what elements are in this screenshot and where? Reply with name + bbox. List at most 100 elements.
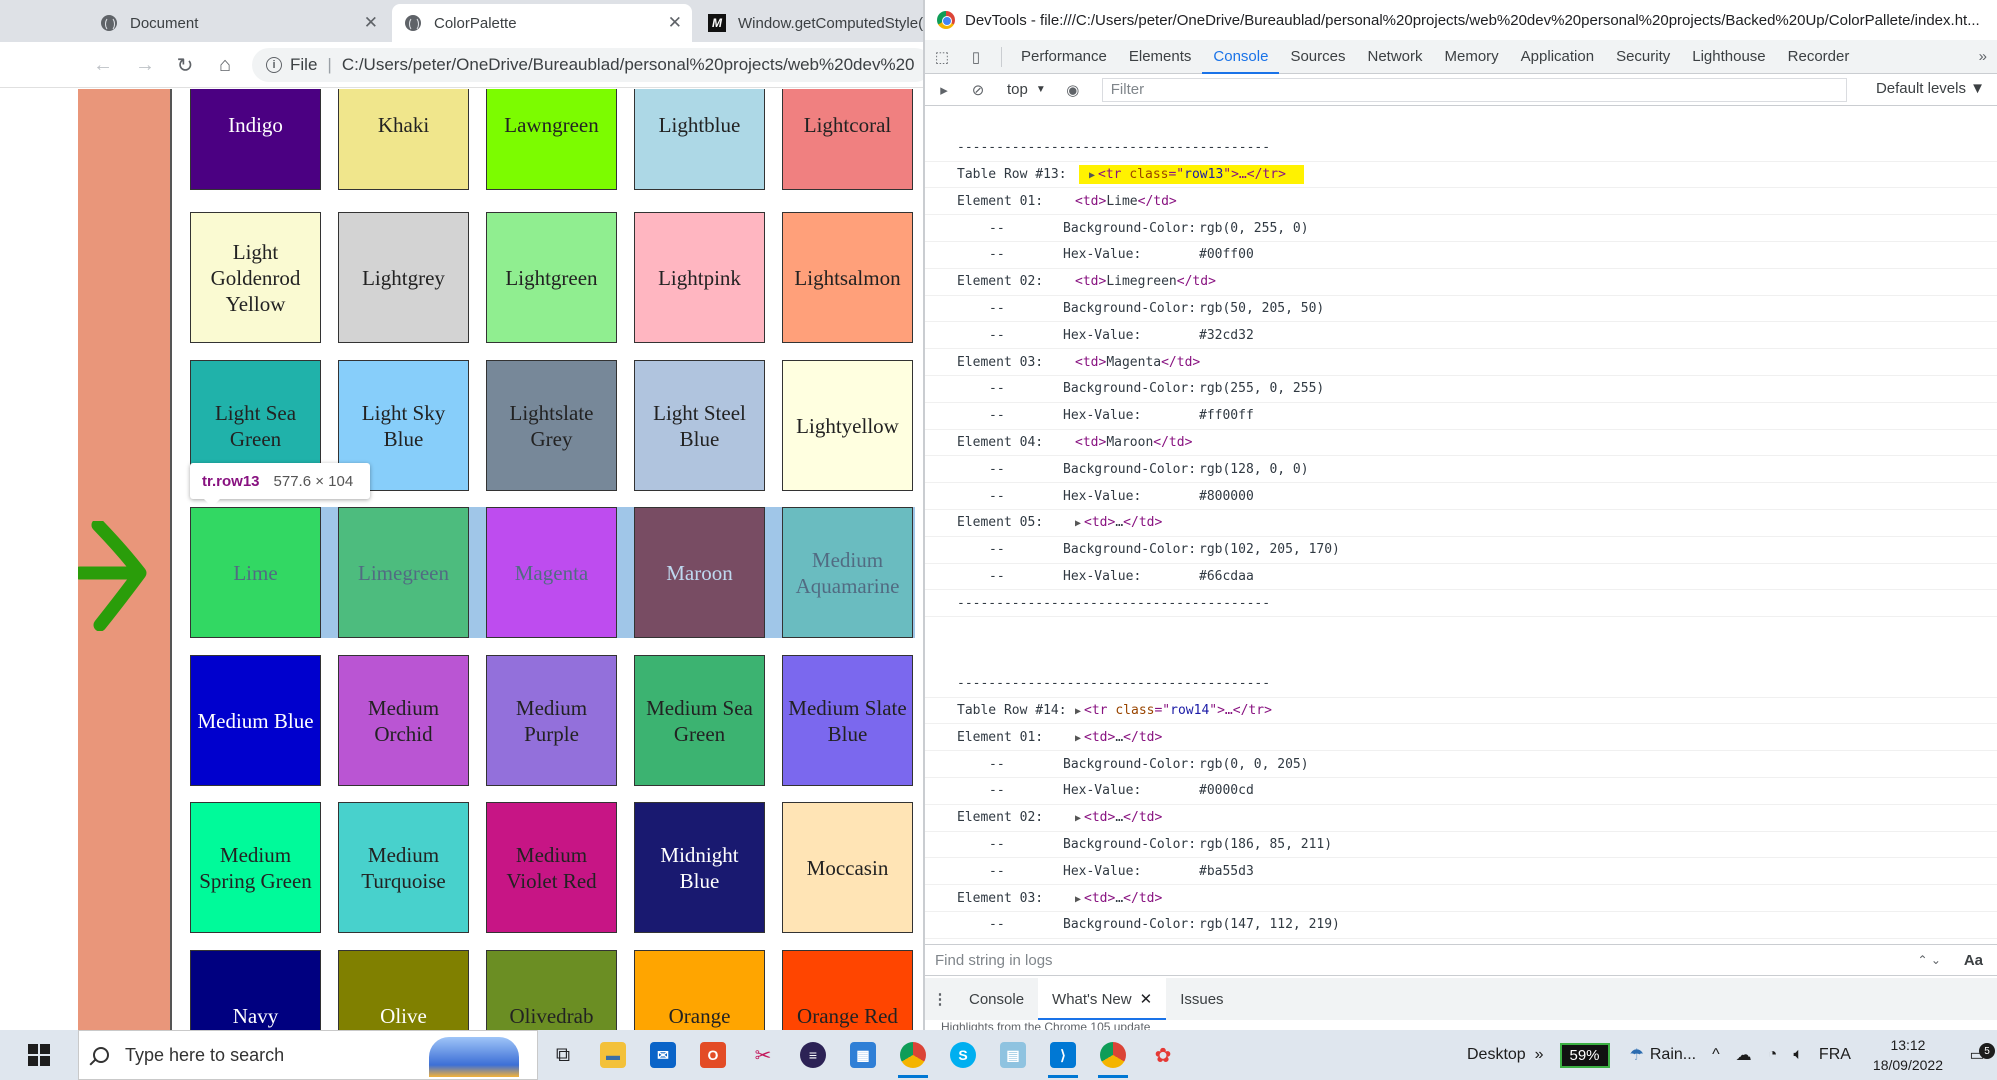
close-icon[interactable]: ✕ xyxy=(668,13,682,33)
hex-value: #ba55d3 xyxy=(1199,863,1254,879)
devtools-tab-sources[interactable]: Sources xyxy=(1279,40,1356,74)
tab-title: ColorPalette xyxy=(434,14,517,32)
chrome-taskbar-icon-2[interactable] xyxy=(1088,1030,1138,1080)
windows-start-icon[interactable] xyxy=(0,1030,78,1080)
console-separator: ---------------------------------------- xyxy=(925,135,1997,162)
skype-icon[interactable]: S xyxy=(938,1030,988,1080)
tab-getcomputedstyle[interactable]: M Window.getComputedStyle() xyxy=(696,4,923,42)
weather-widget[interactable]: ☂ Rain... xyxy=(1622,1045,1705,1065)
address-bar[interactable]: i File | C:/Users/peter/OneDrive/Bureaub… xyxy=(252,48,932,82)
snipping-tool-icon[interactable]: ✂ xyxy=(738,1030,788,1080)
notepad-icon[interactable]: ▤ xyxy=(988,1030,1038,1080)
td-node: ▶ <td>…</td> xyxy=(1075,891,1162,906)
tab-colorpalette[interactable]: ColorPalette ✕ xyxy=(392,4,692,42)
device-toolbar-icon[interactable]: ▯ xyxy=(959,40,993,74)
close-icon[interactable]: ✕ xyxy=(364,13,378,33)
info-icon[interactable]: i xyxy=(266,57,282,73)
drawer-tab-console[interactable]: Console xyxy=(955,978,1038,1020)
chrome-taskbar-icon[interactable] xyxy=(888,1030,938,1080)
tab-title: Window.getComputedStyle() xyxy=(738,14,923,32)
chevron-up-icon[interactable]: ^ xyxy=(1704,1046,1728,1064)
eclipse-icon[interactable]: ≡ xyxy=(788,1030,838,1080)
devtools-tab-console[interactable]: Console xyxy=(1202,40,1280,74)
devtools-tab-recorder[interactable]: Recorder xyxy=(1777,40,1861,74)
task-view-icon[interactable]: ⧉ xyxy=(538,1030,588,1080)
bg-value: rgb(102, 205, 170) xyxy=(1199,542,1340,558)
console-spacer xyxy=(925,108,1997,135)
home-icon[interactable]: ⌂ xyxy=(210,50,240,80)
scheme-label: File xyxy=(290,55,318,74)
console-row-header: Table Row #13: ▶ <tr class="row13">…</tr> xyxy=(925,162,1997,189)
devtools-tab-security[interactable]: Security xyxy=(1605,40,1681,74)
back-icon[interactable]: ← xyxy=(88,50,118,80)
desktop-toolbar[interactable]: Desktop » xyxy=(1459,1046,1552,1064)
volume-icon[interactable]: 🔈︎ xyxy=(1785,1046,1811,1064)
tab-document[interactable]: Document ✕ xyxy=(88,4,388,42)
td-content: Lime xyxy=(1106,193,1138,209)
onedrive-icon[interactable]: ☁ xyxy=(1728,1045,1760,1065)
reload-icon[interactable]: ↻ xyxy=(170,50,200,80)
console-filter-input[interactable]: Filter xyxy=(1101,77,1847,102)
more-tabs-icon[interactable]: » xyxy=(1979,48,1987,65)
match-case-button[interactable]: Aa xyxy=(1964,952,1983,969)
office-icon[interactable]: O xyxy=(688,1030,738,1080)
devtools-tab-performance[interactable]: Performance xyxy=(1010,40,1118,74)
dash: -- xyxy=(989,917,1005,933)
tooltip-size: 577.6 × 104 xyxy=(273,472,354,490)
tr-node[interactable]: ▶ <tr class="row13">…</tr> xyxy=(1079,164,1304,184)
console-element-line: Element 04: <td>Maroon</td> xyxy=(925,430,1997,457)
forward-icon[interactable]: → xyxy=(130,50,160,80)
devtools-tab-lighthouse[interactable]: Lighthouse xyxy=(1681,40,1776,74)
devtools-tab-elements[interactable]: Elements xyxy=(1118,40,1203,74)
taskbar-search[interactable]: Type here to search xyxy=(78,1030,538,1080)
notification-center-icon[interactable]: ▭ 5 xyxy=(1957,1043,1997,1065)
devtools-tab-memory[interactable]: Memory xyxy=(1434,40,1510,74)
close-icon[interactable]: ✕ xyxy=(1140,990,1153,1008)
mail-icon[interactable]: ✉ xyxy=(638,1030,688,1080)
devtools-title-bar: DevTools - file:///C:/Users/peter/OneDri… xyxy=(925,0,1997,40)
bg-value: rgb(128, 0, 0) xyxy=(1199,461,1309,477)
network-icon[interactable]: ◔ xyxy=(1760,1046,1786,1064)
td-content: Magenta xyxy=(1106,354,1162,370)
find-input[interactable]: Find string in logs xyxy=(935,952,1053,969)
sidebar-toggle-icon[interactable]: ▸ xyxy=(929,75,959,105)
file-explorer-icon[interactable]: ▬ xyxy=(588,1030,638,1080)
tr-node[interactable]: ▶ <tr class="row14">…</tr> xyxy=(1075,703,1272,718)
tr-close: ">…</tr> xyxy=(1209,702,1272,718)
language-indicator[interactable]: FRA xyxy=(1811,1046,1859,1064)
color-swatch: Limegreen xyxy=(338,507,469,638)
dash: -- xyxy=(989,488,1005,504)
hex-value: #66cdaa xyxy=(1199,568,1254,584)
bg-key: Background-Color: xyxy=(1063,220,1197,236)
drawer-menu-icon[interactable]: ⋮ xyxy=(925,990,955,1008)
dash: -- xyxy=(989,461,1005,477)
battery-meter[interactable]: 59% xyxy=(1552,1042,1622,1068)
color-swatch: Medium Aquamarine xyxy=(782,507,913,638)
find-in-logs-bar[interactable]: Find string in logs ⌃ ⌄ Aa xyxy=(925,944,1997,976)
taskbar-clock[interactable]: 13:12 18/09/2022 xyxy=(1859,1035,1957,1075)
drawer-tab-what-s-new[interactable]: What's New ✕ xyxy=(1038,978,1167,1020)
inspect-element-icon[interactable]: ⬚ xyxy=(925,40,959,74)
log-levels-dropdown[interactable]: Default levels ▼ xyxy=(1876,80,1985,97)
color-swatch: Light Goldenrod Yellow xyxy=(190,212,321,343)
drawer-tabs: Console What's New ✕ Issues xyxy=(955,978,1238,1020)
paint-icon[interactable]: ✿ xyxy=(1138,1030,1188,1080)
clear-console-icon[interactable]: ⊘ xyxy=(963,75,993,105)
drawer-tab-issues[interactable]: Issues xyxy=(1166,978,1237,1020)
devtools-tab-application[interactable]: Application xyxy=(1510,40,1605,74)
console-bg-line: -- Background-Color: rgb(255, 0, 255) xyxy=(925,376,1997,403)
weather-text: Rain... xyxy=(1649,1046,1697,1063)
context-selector[interactable]: top ▼ xyxy=(1007,81,1046,98)
eye-icon[interactable]: ◉ xyxy=(1058,75,1088,105)
td-close: </td> xyxy=(1161,354,1201,370)
desktop-label: Desktop xyxy=(1467,1046,1526,1063)
chevron-down-icon: ▼ xyxy=(1035,84,1046,95)
store-icon[interactable]: ▦ xyxy=(838,1030,888,1080)
element-label: Element 03: xyxy=(957,354,1044,370)
attr-value: row14 xyxy=(1170,702,1210,718)
devtools-tab-network[interactable]: Network xyxy=(1356,40,1433,74)
find-nav-icon[interactable]: ⌃ ⌄ xyxy=(1918,953,1941,967)
row-label: Table Row #13: xyxy=(957,166,1067,182)
arrow-annotation-icon xyxy=(78,521,147,631)
vscode-icon[interactable]: ⟩ xyxy=(1038,1030,1088,1080)
